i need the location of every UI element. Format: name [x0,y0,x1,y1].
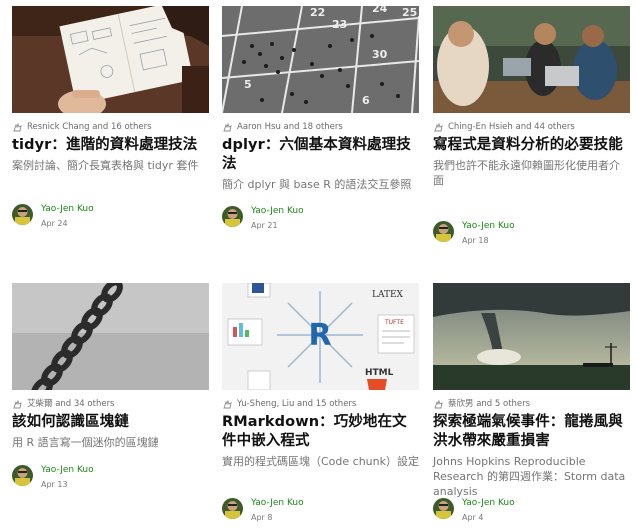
story-title[interactable]: 寫程式是資料分析的必要技能 [433,136,630,155]
post-date: Apr 18 [462,236,489,245]
author-name[interactable]: Yao-Jen Kuo [462,498,515,509]
avatar[interactable] [222,206,243,227]
author-name[interactable]: Yao-Jen Kuo [41,465,94,476]
story-title[interactable]: dplyr：六個基本資料處理技法 [222,136,419,174]
clap-icon[interactable] [222,122,233,133]
author-block: Yao-Jen Kuo Apr 4 [433,498,515,524]
post-date: Apr 13 [41,480,68,489]
story-card[interactable]: R LATEX TUFTE HTML Yu-Sheng, Liu and 15 … [222,283,419,522]
clap-icon[interactable] [12,122,23,133]
claps-text: 蔡欣男 and 5 others [448,399,531,409]
claps-line: 蔡欣男 and 5 others [433,399,630,410]
author-block: Yao-Jen Kuo Apr 13 [12,465,94,491]
latex-label: LATEX [372,290,404,300]
grid-number: 25 [402,6,417,19]
clap-icon[interactable] [433,399,444,410]
author-block: Yao-Jen Kuo Apr 8 [222,498,304,524]
avatar[interactable] [12,204,33,225]
story-thumbnail[interactable] [12,283,209,390]
post-date: Apr 24 [41,219,68,228]
story-thumbnail[interactable] [12,6,209,113]
story-description[interactable]: 案例討論、簡介長寬表格與 tidyr 套件 [12,158,209,173]
grid-number: 22 [310,6,325,19]
clap-icon[interactable] [12,399,23,410]
story-thumbnail[interactable]: 22 23 24 25 30 5 6 [222,6,419,113]
grid-number: 30 [372,48,388,61]
avatar[interactable] [222,498,243,519]
story-description[interactable]: Johns Hopkins Reproducible Research 的第四週… [433,454,630,499]
avatar[interactable] [433,221,454,242]
clap-icon[interactable] [222,399,233,410]
story-thumbnail[interactable]: R LATEX TUFTE HTML [222,283,419,390]
author-name[interactable]: Yao-Jen Kuo [251,206,304,217]
story-title[interactable]: tidyr：進階的資料處理技法 [12,136,209,155]
claps-line: Resnick Chang and 16 others [12,122,209,133]
post-date: Apr 4 [462,513,484,522]
claps-text: Yu-Sheng, Liu and 15 others [237,399,357,409]
claps-text: Ching-En Hsieh and 44 others [448,122,575,132]
r-logo-label: R [308,318,331,353]
post-date: Apr 8 [251,513,273,522]
claps-line: Ching-En Hsieh and 44 others [433,122,630,133]
claps-line: Yu-Sheng, Liu and 15 others [222,399,419,410]
author-name[interactable]: Yao-Jen Kuo [251,498,304,509]
story-card[interactable]: Resnick Chang and 16 others tidyr：進階的資料處… [12,6,209,228]
claps-line: 艾柴爾 and 34 others [12,399,209,410]
avatar[interactable] [433,498,454,519]
claps-line: Aaron Hsu and 18 others [222,122,419,133]
story-thumbnail[interactable] [433,6,630,113]
tufte-label: TUFTE [384,319,404,326]
story-description[interactable]: 實用的程式碼區塊（Code chunk）設定 [222,454,419,469]
post-date: Apr 21 [251,221,278,230]
story-card[interactable]: Ching-En Hsieh and 44 others 寫程式是資料分析的必要… [433,6,630,245]
story-description[interactable]: 簡介 dplyr 與 base R 的語法交互參照 [222,177,419,192]
avatar[interactable] [12,465,33,486]
story-description[interactable]: 我們也許不能永遠仰賴圖形化使用者介面 [433,158,630,188]
grid-number: 23 [332,18,347,31]
story-card[interactable]: 艾柴爾 and 34 others 該如何認識區塊鏈 用 R 語言寫一個迷你的區… [12,283,209,489]
claps-text: Resnick Chang and 16 others [27,122,152,132]
story-card[interactable]: 22 23 24 25 30 5 6 Aaron Hsu and 18 othe… [222,6,419,230]
story-thumbnail[interactable] [433,283,630,390]
story-card[interactable]: 蔡欣男 and 5 others 探索極端氣候事件：龍捲風與洪水帶來嚴重損害 J… [433,283,630,522]
author-block: Yao-Jen Kuo Apr 18 [433,221,515,247]
claps-text: 艾柴爾 and 34 others [27,399,115,409]
clap-icon[interactable] [433,122,444,133]
author-block: Yao-Jen Kuo Apr 24 [12,204,94,230]
author-block: Yao-Jen Kuo Apr 21 [222,206,304,232]
grid-number: 5 [244,78,252,91]
story-title[interactable]: RMarkdown：巧妙地在文件中嵌入程式 [222,413,419,451]
story-description[interactable]: 用 R 語言寫一個迷你的區塊鏈 [12,435,209,450]
html-label: HTML [365,368,394,378]
story-title[interactable]: 該如何認識區塊鏈 [12,413,209,432]
grid-number: 6 [362,94,370,107]
story-title[interactable]: 探索極端氣候事件：龍捲風與洪水帶來嚴重損害 [433,413,630,451]
author-name[interactable]: Yao-Jen Kuo [41,204,94,215]
author-name[interactable]: Yao-Jen Kuo [462,221,515,232]
claps-text: Aaron Hsu and 18 others [237,122,343,132]
grid-number: 24 [372,6,388,15]
